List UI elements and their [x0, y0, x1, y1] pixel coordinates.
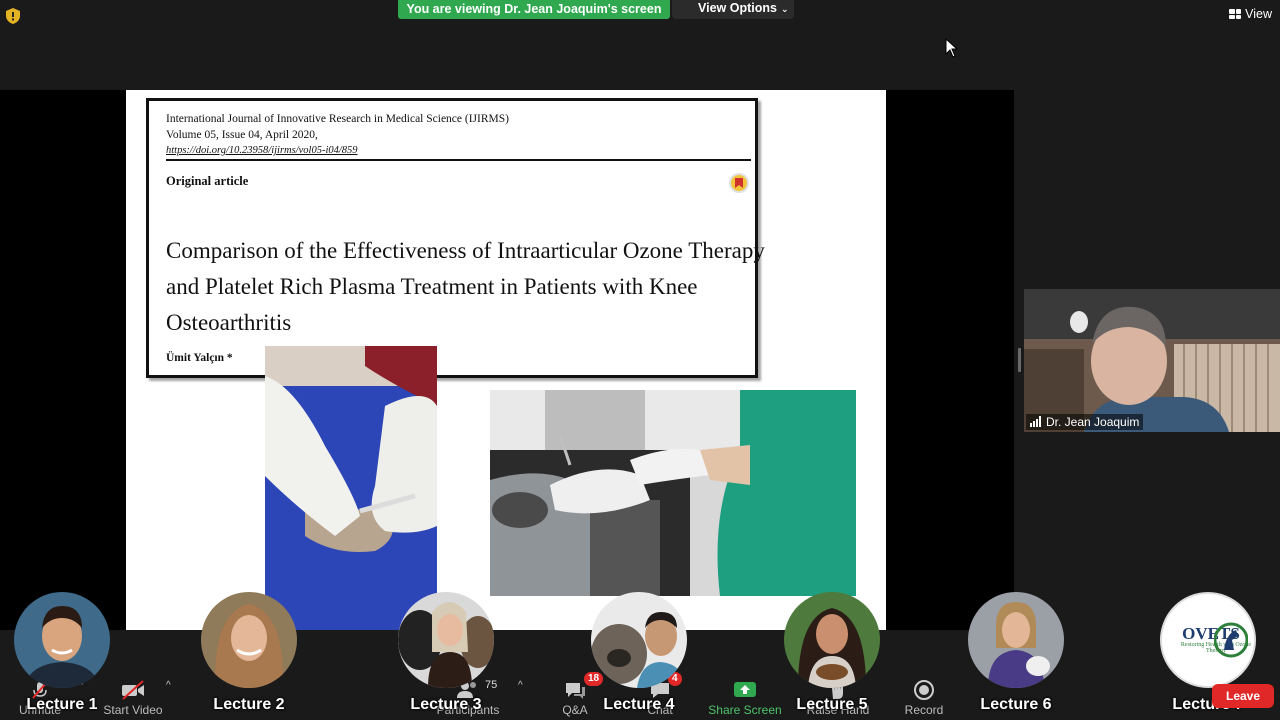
lecture-4-avatar[interactable]: Lecture 4 [589, 592, 689, 713]
lecture-7-avatar[interactable]: OVETS Restoring Health with Ozone Therapy… [1158, 592, 1258, 713]
ovets-logo: OVETS Restoring Health with Ozone Therapy [1160, 592, 1256, 688]
record-label: Record [904, 703, 944, 717]
share-screen-icon [734, 682, 756, 697]
record-icon [914, 680, 934, 700]
viewing-screen-banner: You are viewing Dr. Jean Joaquim's scree… [398, 0, 670, 19]
article-title: Comparison of the Effectiveness of Intra… [166, 238, 765, 335]
panel-splitter-handle[interactable] [1018, 348, 1021, 372]
speaker-video-frame [1024, 289, 1280, 432]
speaker-name-tag: Dr. Jean Joaquim [1026, 414, 1144, 430]
lecture-1-avatar[interactable]: Lecture 1 [12, 592, 112, 713]
lecture-2-photo [201, 592, 297, 688]
chevron-down-icon: ⌄ [780, 4, 789, 14]
lecture-5-avatar[interactable]: Lecture 5 [782, 592, 882, 713]
participants-options-caret-icon[interactable]: ^ [518, 680, 523, 691]
lecture-6-avatar[interactable]: Lecture 6 [966, 592, 1066, 713]
lecture-2-label: Lecture 2 [213, 696, 285, 713]
journal-info: International Journal of Innovative Rese… [166, 111, 509, 159]
ovets-horse-icon [1214, 622, 1248, 658]
article-header-box: International Journal of Innovative Rese… [146, 98, 765, 378]
lecture-1-photo [14, 592, 110, 688]
grid-view-icon [1229, 9, 1242, 19]
active-speaker-video[interactable]: Dr. Jean Joaquim [1024, 289, 1280, 432]
lecture-3-avatar[interactable]: Lecture 3 [396, 592, 496, 713]
lecture-6-label: Lecture 6 [980, 696, 1052, 713]
journal-name: International Journal of Innovative Rese… [166, 113, 509, 125]
crossmark-icon [729, 173, 749, 193]
lecture-1-label: Lecture 1 [26, 696, 98, 713]
lecture-4-photo [591, 592, 687, 688]
view-options-label: View Options [698, 1, 777, 15]
video-options-caret-icon[interactable]: ^ [166, 680, 171, 691]
article-author: Ümit Yalçın * [166, 352, 233, 364]
lecture-3-photo [398, 592, 494, 688]
mouse-cursor-icon [945, 38, 959, 58]
injection-photo-dog [265, 346, 437, 630]
header-rule [166, 159, 751, 161]
view-button-label: View [1245, 7, 1272, 21]
doi-link: https://doi.org/10.23958/ijirms/vol05-i0… [166, 145, 358, 156]
view-options-menu[interactable]: View Options ⌄ [672, 0, 794, 19]
view-button[interactable]: View [1229, 7, 1272, 21]
lecture-6-photo [968, 592, 1064, 688]
leave-button[interactable]: Leave [1212, 684, 1274, 708]
lecture-5-label: Lecture 5 [796, 696, 868, 713]
shared-slide: International Journal of Innovative Rese… [126, 90, 886, 630]
centrifuge-photo [490, 390, 856, 596]
article-type: Original article [166, 174, 249, 188]
security-shield-icon[interactable] [6, 8, 20, 24]
lecture-2-avatar[interactable]: Lecture 2 [199, 592, 299, 713]
lecture-5-photo [784, 592, 880, 688]
lecture-4-label: Lecture 4 [603, 696, 675, 713]
signal-strength-icon [1030, 416, 1042, 427]
speaker-name-label: Dr. Jean Joaquim [1046, 415, 1140, 429]
journal-volume: Volume 05, Issue 04, April 2020, [166, 129, 318, 141]
lecture-3-label: Lecture 3 [410, 696, 482, 713]
